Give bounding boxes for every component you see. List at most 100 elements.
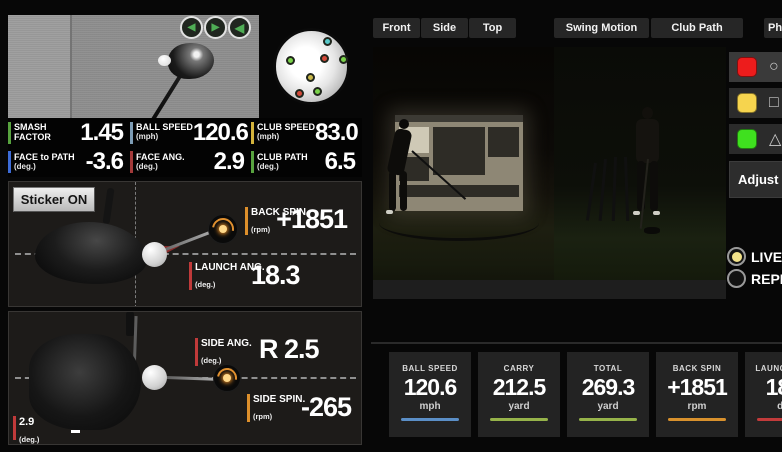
screen-panel — [433, 127, 485, 175]
swing-video-area — [373, 47, 726, 299]
stat-unit: (mph) — [257, 133, 315, 142]
result-card-ball-speed: BALL SPEED 120.6 mph — [389, 352, 471, 437]
ball-marker-dot — [339, 55, 348, 64]
yellow-color-swatch[interactable] — [737, 93, 757, 113]
tab-swing-motion[interactable]: Swing Motion — [554, 18, 649, 38]
step-backward-button[interactable]: ◀ — [180, 16, 203, 39]
tab-label: Physics — [768, 22, 782, 34]
tab-label: Top — [483, 22, 502, 34]
club-rack-club — [586, 163, 597, 221]
tab-club-path[interactable]: Club Path — [651, 18, 743, 38]
mode-option-live[interactable]: LIVE — [727, 246, 782, 267]
side-angle-unit: (deg.) — [201, 356, 221, 365]
face-angle-value: 2.9 — [19, 416, 39, 429]
ball-marker-dot — [286, 56, 295, 65]
mat-seam-line — [70, 15, 72, 118]
golf-ball-graphic — [142, 242, 167, 267]
launch-monitor-app: ◀ ▶ ◀ SMASHFACTOR 1.45 BALL SPEED (mph) 1… — [0, 0, 782, 452]
mode-label: LIVE — [751, 249, 782, 265]
tab-front[interactable]: Front — [373, 18, 420, 38]
square-shape-icon: □ — [769, 88, 782, 118]
sticker-toggle-button[interactable]: Sticker ON — [13, 187, 95, 212]
side-spin-value: -265 — [301, 392, 351, 423]
club-rack-club — [599, 159, 607, 221]
card-color-bar — [579, 418, 637, 421]
mode-option-replay[interactable]: REPLAY — [727, 268, 782, 289]
stat-face-to-path: FACE to PATH(deg.) -3.6 — [8, 148, 130, 178]
stat-value: 120.6 — [193, 119, 251, 147]
stat-value: 1.45 — [51, 119, 130, 147]
club-rack-club — [612, 157, 617, 221]
trace-marker-row-red[interactable]: ○ — [729, 52, 782, 82]
launch-angle-color-bar — [189, 262, 192, 290]
tab-physics[interactable]: Physics — [764, 18, 782, 38]
face-angle-unit: (deg.) — [19, 435, 39, 444]
mode-label: REPLAY — [751, 271, 782, 287]
card-label: TOTAL — [567, 364, 649, 373]
side-spin-unit: (rpm) — [253, 412, 272, 421]
stat-label: FACE ANG. — [136, 152, 185, 162]
stat-value: 2.9 — [185, 148, 251, 176]
stat-label-line2: FACTOR — [14, 133, 51, 143]
player-silhouette — [650, 161, 658, 211]
impact-camera-view: ◀ ▶ ◀ — [8, 15, 259, 118]
stat-color-bar — [8, 151, 11, 173]
stat-value: 6.5 — [308, 148, 362, 176]
stat-value: 83.0 — [315, 119, 362, 147]
tab-side[interactable]: Side — [421, 18, 468, 38]
player-shoe — [633, 211, 640, 215]
back-spin-value: +1851 — [276, 204, 347, 235]
side-angle-label: SIDE ANG. — [201, 338, 252, 350]
launch-angle-value: 18.3 — [251, 260, 300, 291]
spin-dot — [219, 225, 227, 233]
trace-marker-row-yellow[interactable]: □ — [729, 88, 782, 118]
impact-stats-panel: SMASHFACTOR 1.45 BALL SPEED (mph) 120.6 C… — [8, 118, 362, 177]
card-value: 18.3 — [745, 374, 782, 401]
radio-unselected-icon[interactable] — [727, 269, 746, 288]
ball-marker-dot — [313, 87, 322, 96]
red-color-swatch[interactable] — [737, 57, 757, 77]
trace-marker-row-green[interactable]: △ — [729, 124, 782, 154]
adjust-button-label: Adjust — [738, 172, 778, 187]
swing-arc-mark — [379, 205, 539, 241]
stat-label: SMASH — [14, 122, 47, 132]
back-spin-unit: (rpm) — [251, 225, 270, 234]
player-shoe — [653, 211, 660, 215]
player-silhouette — [400, 171, 407, 211]
ball-marker-dot — [295, 89, 304, 98]
face-angle-color-bar — [13, 416, 16, 440]
adjust-button[interactable]: Adjust — [729, 161, 782, 198]
radio-selected-icon[interactable] — [727, 247, 746, 266]
stat-label: BALL SPEED — [136, 122, 193, 132]
ball-marker-dot — [306, 73, 315, 82]
side-angle-value: R 2.5 — [259, 334, 319, 365]
club-head-silhouette — [644, 227, 660, 234]
stat-unit: (deg.) — [136, 163, 185, 172]
player-silhouette — [389, 171, 396, 211]
stat-face-angle: FACE ANG.(deg.) 2.9 — [130, 148, 251, 178]
screen-panel — [488, 127, 519, 157]
side-spin-label-block: SIDE SPIN.(rpm) — [247, 394, 305, 424]
tab-top[interactable]: Top — [469, 18, 516, 38]
card-unit: yard — [567, 401, 649, 412]
driver-top-silhouette — [29, 334, 141, 430]
card-color-bar — [668, 418, 726, 421]
stat-unit: (deg.) — [257, 163, 308, 172]
player-silhouette — [399, 119, 409, 129]
ball-marker-dot — [320, 54, 329, 63]
stat-label: CLUB SPEED — [257, 122, 315, 132]
launch-view-panel: BACK SPIN(rpm) +1851 LAUNCH ANG.(deg.) 1… — [8, 181, 362, 307]
stat-color-bar — [8, 122, 11, 144]
step-forward-button[interactable]: ▶ — [204, 16, 227, 39]
card-unit: rpm — [656, 401, 738, 412]
green-color-swatch[interactable] — [737, 129, 757, 149]
card-label: BACK SPIN — [656, 364, 738, 373]
side-angle-color-bar — [195, 338, 198, 366]
card-color-bar — [401, 418, 459, 421]
ball-marker-dot — [323, 37, 332, 46]
stat-value: -3.6 — [75, 148, 130, 176]
stat-color-bar — [251, 122, 254, 144]
play-reverse-button[interactable]: ◀ — [228, 16, 251, 39]
card-unit: yard — [478, 401, 560, 412]
tab-label: Front — [382, 22, 410, 34]
